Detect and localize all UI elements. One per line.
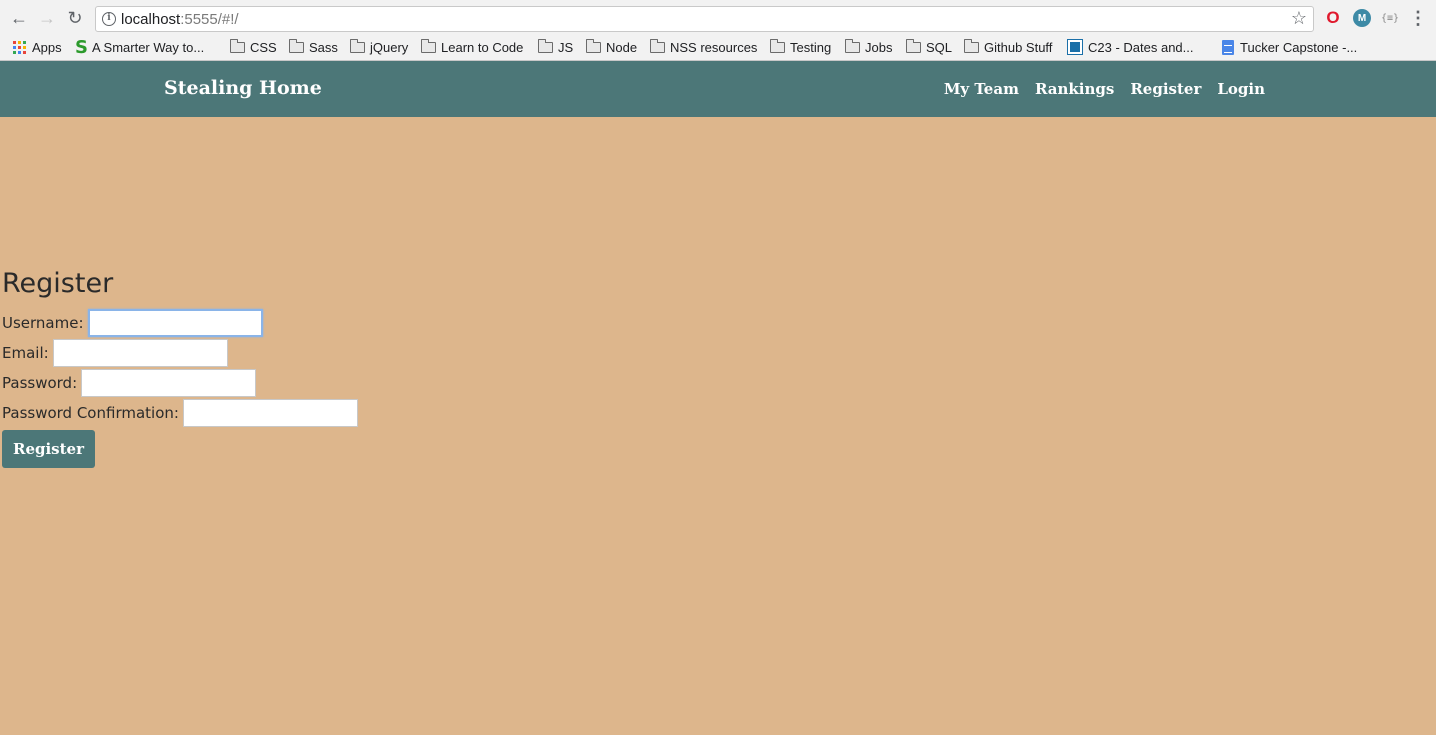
url-host: localhost <box>121 11 181 28</box>
password-confirmation-input[interactable] <box>182 399 358 427</box>
folder-icon <box>538 39 553 53</box>
folder-icon <box>650 39 665 53</box>
bookmark-folder-jobs[interactable]: Jobs <box>845 38 892 56</box>
page-title: Register <box>2 268 114 299</box>
register-button[interactable]: Register <box>2 430 95 468</box>
nav-link-rankings[interactable]: Rankings <box>1035 80 1114 98</box>
bookmark-apps[interactable]: Apps <box>13 38 62 56</box>
bookmark-folder-testing[interactable]: Testing <box>770 38 831 56</box>
bookmark-folder-jquery[interactable]: jQuery <box>350 38 408 56</box>
bookmark-folder-learn-to-code[interactable]: Learn to Code <box>421 38 523 56</box>
nav-links: My Team Rankings Register Login <box>928 80 1265 98</box>
email-label: Email: <box>2 344 49 362</box>
reload-icon[interactable]: ↻ <box>64 7 86 29</box>
bookmark-label: Github Stuff <box>984 39 1053 55</box>
bookmark-star-icon[interactable]: ☆ <box>1291 8 1307 29</box>
bookmark-folder-sass[interactable]: Sass <box>289 38 338 56</box>
browser-toolbar: ← → ↻ i localhost:5555/#!/ ☆ O M {≡} ⋮ <box>0 0 1436 36</box>
address-bar[interactable]: i localhost:5555/#!/ ☆ <box>95 6 1314 32</box>
folder-icon <box>230 39 245 53</box>
c23-site-icon <box>1067 39 1083 55</box>
bookmark-folder-node[interactable]: Node <box>586 38 637 56</box>
opera-extension-icon[interactable]: O <box>1324 8 1342 27</box>
bookmark-label: CSS <box>250 39 277 55</box>
browser-menu-icon[interactable]: ⋮ <box>1409 8 1427 28</box>
bookmark-label: jQuery <box>370 39 409 55</box>
folder-icon <box>350 39 365 53</box>
email-input[interactable] <box>52 339 228 367</box>
password-label: Password: <box>2 374 78 392</box>
bookmark-label: Sass <box>309 39 338 55</box>
bookmark-tucker-capstone[interactable]: Tucker Capstone -... <box>1222 38 1357 56</box>
password-confirmation-row: Password Confirmation: <box>2 398 358 428</box>
bookmarks-bar: Apps S A Smarter Way to... CSS Sass jQue… <box>0 36 1436 58</box>
folder-icon <box>906 39 921 53</box>
bookmark-folder-github-stuff[interactable]: Github Stuff <box>964 38 1052 56</box>
info-icon[interactable]: i <box>102 12 116 26</box>
password-input[interactable] <box>81 369 257 397</box>
password-confirmation-label: Password Confirmation: <box>2 404 179 422</box>
json-extension-icon[interactable]: {≡} <box>1381 9 1399 27</box>
url-text[interactable]: localhost:5555/#!/ <box>121 11 239 28</box>
back-arrow-icon[interactable]: ← <box>8 7 30 29</box>
m-extension-icon[interactable]: M <box>1353 9 1371 27</box>
folder-icon <box>586 39 601 53</box>
bookmark-smarter-way[interactable]: S A Smarter Way to... <box>75 36 205 58</box>
bookmark-folder-sql[interactable]: SQL <box>906 38 952 56</box>
bookmark-folder-nss-resources[interactable]: NSS resources <box>650 38 757 56</box>
apps-grid-icon <box>13 40 26 54</box>
password-row: Password: <box>2 368 358 398</box>
folder-icon <box>964 39 979 53</box>
brand-logo[interactable]: Stealing Home <box>164 77 322 99</box>
bookmark-label: A Smarter Way to... <box>91 39 205 55</box>
folder-icon <box>770 39 785 53</box>
site-navbar: Stealing Home My Team Rankings Register … <box>0 61 1436 117</box>
email-row: Email: <box>2 338 358 368</box>
username-label: Username: <box>2 314 84 332</box>
folder-icon <box>845 39 860 53</box>
browser-chrome: ← → ↻ i localhost:5555/#!/ ☆ O M {≡} ⋮ A… <box>0 0 1436 61</box>
bookmark-label: Learn to Code <box>441 39 524 55</box>
bookmark-label: NSS resources <box>670 39 758 55</box>
folder-icon <box>421 39 436 53</box>
bookmark-c23[interactable]: C23 - Dates and... <box>1067 38 1194 56</box>
bookmark-folder-js[interactable]: JS <box>538 38 573 56</box>
bookmark-label: JS <box>558 39 574 55</box>
folder-icon <box>289 39 304 53</box>
nav-link-login[interactable]: Login <box>1217 80 1265 98</box>
nav-link-register[interactable]: Register <box>1130 80 1201 98</box>
url-path: :5555/#!/ <box>180 11 239 28</box>
bookmark-label: Apps <box>32 39 62 55</box>
bookmark-folder-css[interactable]: CSS <box>230 38 277 56</box>
bookmark-label: SQL <box>926 39 953 55</box>
s-logo-icon: S <box>75 36 88 58</box>
bookmark-label: Tucker Capstone -... <box>1240 39 1358 55</box>
forward-arrow-icon[interactable]: → <box>36 7 58 29</box>
bookmark-label: Node <box>606 39 638 55</box>
bookmark-label: Jobs <box>865 39 893 55</box>
register-form: Register Username: Email: Password: Pass… <box>2 268 358 468</box>
username-row: Username: <box>2 308 358 338</box>
nav-link-my-team[interactable]: My Team <box>944 80 1019 98</box>
bookmark-label: Testing <box>790 39 832 55</box>
username-input[interactable] <box>87 309 263 337</box>
bookmark-label: C23 - Dates and... <box>1088 39 1194 55</box>
google-doc-icon <box>1222 39 1234 55</box>
